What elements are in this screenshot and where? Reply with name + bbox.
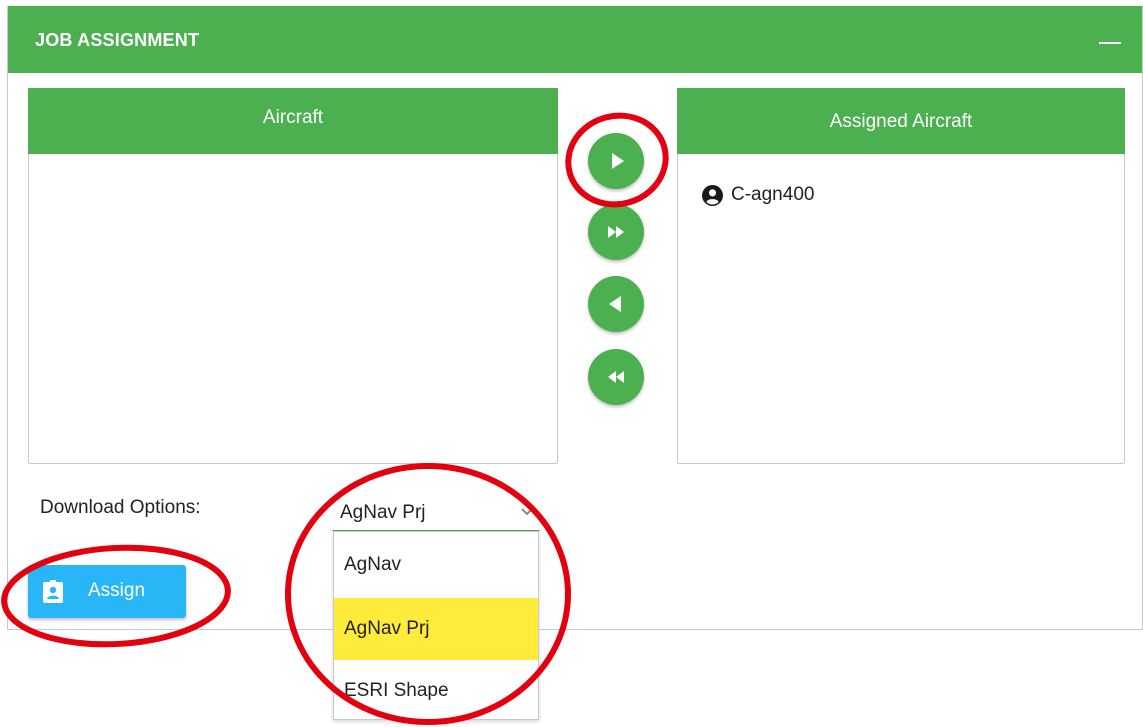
- dropdown-option-agnav[interactable]: AgNav: [334, 534, 538, 596]
- move-all-right-button[interactable]: [588, 204, 644, 260]
- move-selected-right-button[interactable]: [588, 133, 644, 189]
- assign-button[interactable]: Assign: [28, 565, 186, 618]
- chevron-down-icon: [521, 508, 533, 516]
- assigned-aircraft-label: C-agn400: [731, 184, 815, 205]
- play-left-icon: [609, 296, 621, 312]
- assigned-aircraft-item[interactable]: C-agn400: [702, 184, 814, 206]
- move-selected-left-button[interactable]: [588, 276, 644, 332]
- fast-forward-icon: [608, 226, 624, 238]
- download-options-label: Download Options:: [40, 497, 201, 518]
- user-circle-icon: [702, 184, 723, 206]
- assigned-aircraft-listbox[interactable]: Assigned Aircraft C-agn400: [677, 88, 1125, 464]
- move-all-left-button[interactable]: [588, 349, 644, 405]
- assign-button-label: Assign: [88, 580, 146, 601]
- minus-icon: [1099, 42, 1121, 44]
- aircraft-list-header: Aircraft: [28, 88, 558, 154]
- panel-title: JOB ASSIGNMENT: [35, 30, 200, 50]
- download-options-dropdown: AgNav AgNav Prj ESRI Shape: [333, 531, 539, 720]
- page: JOB ASSIGNMENT Aircraft Assigned Aircraf…: [0, 0, 1143, 727]
- play-right-icon: [612, 153, 624, 169]
- rewind-icon: [608, 371, 624, 383]
- download-options-select[interactable]: AgNav Prj: [332, 493, 540, 531]
- assigned-list-header: Assigned Aircraft: [677, 88, 1125, 154]
- id-badge-icon: [43, 580, 63, 603]
- dropdown-option-esri-shape[interactable]: ESRI Shape: [334, 660, 538, 722]
- dropdown-option-agnav-prj[interactable]: AgNav Prj: [334, 598, 538, 660]
- select-current-value: AgNav Prj: [340, 502, 426, 523]
- collapse-button[interactable]: [1096, 20, 1126, 50]
- aircraft-listbox[interactable]: Aircraft: [28, 88, 558, 464]
- panel-header: JOB ASSIGNMENT: [8, 6, 1142, 73]
